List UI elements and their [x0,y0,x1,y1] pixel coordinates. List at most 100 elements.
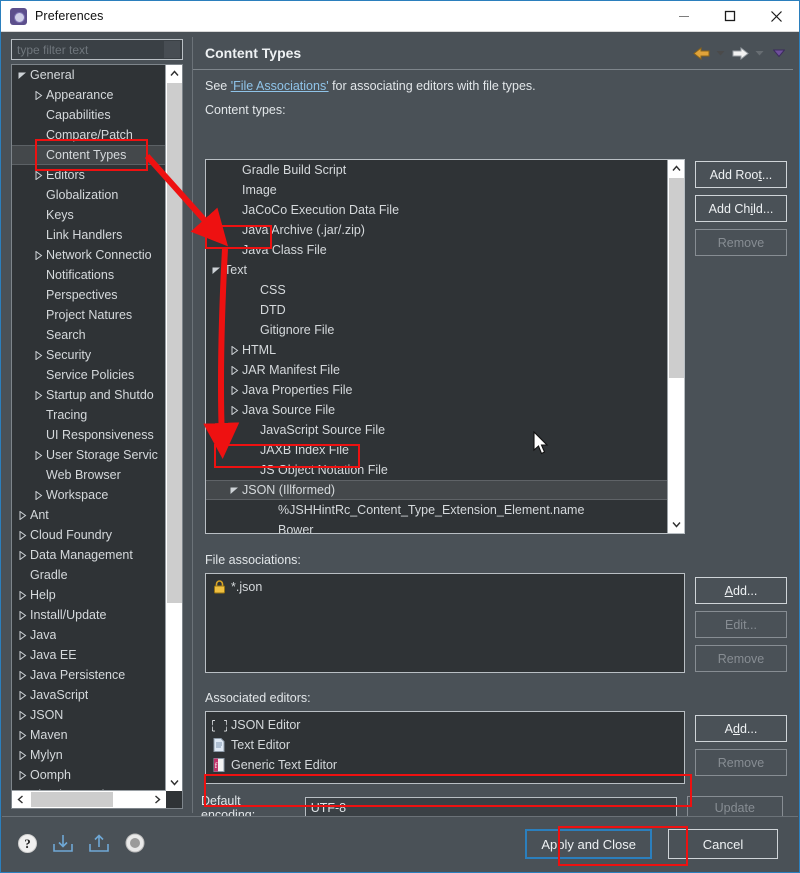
sidebar-item[interactable]: Java EE [12,645,166,665]
associated-editor-row[interactable]: { } JSON Editor [206,715,684,735]
content-type-row[interactable]: Java Properties File [206,380,668,400]
content-type-row[interactable]: Gitignore File [206,320,668,340]
add-button[interactable]: Add... [695,577,787,604]
content-types-listbox[interactable]: Gradle Build Script Image JaCoCo Execution… [205,159,685,534]
content-type-row[interactable]: Text [206,260,668,280]
content-type-row[interactable]: JSON (Illformed) [206,480,668,500]
collapsed-chevron-icon[interactable] [30,170,46,180]
sidebar-item[interactable]: Perspectives [12,285,166,305]
content-type-row[interactable]: Java Source File [206,400,668,420]
import-icon[interactable] [52,833,74,858]
associated-editors-listbox[interactable]: { } JSON Editor Text Editor f Generic Text E… [205,711,685,784]
collapsed-chevron-icon[interactable] [226,405,242,415]
scroll-down-icon[interactable] [668,516,684,533]
collapsed-chevron-icon[interactable] [14,610,30,620]
sidebar-item[interactable]: JavaScript [12,685,166,705]
apply-and-close-button[interactable]: Apply and Close [525,829,652,859]
scroll-up-icon[interactable] [166,65,182,82]
content-types-scroll-thumb[interactable] [669,178,684,378]
sidebar-vertical-scrollbar[interactable] [165,65,182,791]
expanded-chevron-icon[interactable] [208,266,224,275]
filter-input-wrap[interactable]: type filter text [11,39,183,60]
filter-clear-icon[interactable] [164,41,180,58]
settings-gear-icon[interactable] [124,832,146,859]
sidebar-hscroll-thumb[interactable] [31,792,113,807]
sidebar-item[interactable]: Gradle [12,565,166,585]
add-button[interactable]: Add... [695,715,787,742]
sidebar-item[interactable]: Cloud Foundry [12,525,166,545]
sidebar-item[interactable]: Keys [12,205,166,225]
sidebar-item[interactable]: Ant [12,505,166,525]
collapsed-chevron-icon[interactable] [30,350,46,360]
scroll-right-icon[interactable] [149,791,166,808]
content-type-row[interactable]: DTD [206,300,668,320]
collapsed-chevron-icon[interactable] [226,385,242,395]
expanded-chevron-icon[interactable] [14,71,30,80]
minimize-icon[interactable] [661,1,707,32]
collapsed-chevron-icon[interactable] [30,90,46,100]
sidebar-item[interactable]: General [12,65,166,85]
collapsed-chevron-icon[interactable] [14,590,30,600]
collapsed-chevron-icon[interactable] [14,530,30,540]
sidebar-item[interactable]: Capabilities [12,105,166,125]
collapsed-chevron-icon[interactable] [14,550,30,560]
sidebar-item[interactable]: Search [12,325,166,345]
associated-editor-row[interactable]: Text Editor [206,735,684,755]
content-type-row[interactable]: Bower [206,520,668,533]
sidebar-item[interactable]: Content Types [12,145,166,165]
collapsed-chevron-icon[interactable] [14,750,30,760]
help-icon[interactable]: ? [17,833,38,859]
sidebar-item[interactable]: Tracing [12,405,166,425]
add-root-button[interactable]: Add Roo t... [695,161,787,188]
forward-arrow-icon[interactable] [729,42,751,64]
collapsed-chevron-icon[interactable] [30,450,46,460]
sidebar-item[interactable]: Maven [12,725,166,745]
collapsed-chevron-icon[interactable] [14,710,30,720]
collapsed-chevron-icon[interactable] [14,630,30,640]
associated-editor-row[interactable]: f Generic Text Editor [206,755,684,775]
cancel-button[interactable]: Cancel [668,829,778,859]
scroll-left-icon[interactable] [12,791,29,808]
collapsed-chevron-icon[interactable] [14,650,30,660]
content-type-row[interactable]: JAXB Index File [206,440,668,460]
sidebar-item[interactable]: Help [12,585,166,605]
content-type-row[interactable]: JAR Manifest File [206,360,668,380]
content-type-row[interactable]: Image [206,180,668,200]
sidebar-item[interactable]: Notifications [12,265,166,285]
scroll-down-icon[interactable] [166,774,182,791]
collapsed-chevron-icon[interactable] [30,390,46,400]
sidebar-horizontal-scrollbar[interactable] [12,790,166,808]
sidebar-item[interactable]: Appearance [12,85,166,105]
sidebar-item[interactable]: Workspace [12,485,166,505]
scroll-up-icon[interactable] [668,160,684,177]
sidebar-item[interactable]: Link Handlers [12,225,166,245]
sidebar-item[interactable]: JSON [12,705,166,725]
collapsed-chevron-icon[interactable] [14,510,30,520]
sidebar-item[interactable]: Java Persistence [12,665,166,685]
sidebar-item[interactable]: Globalization [12,185,166,205]
file-associations-link[interactable]: 'File Associations' [231,79,329,93]
close-icon[interactable] [753,1,799,32]
collapsed-chevron-icon[interactable] [14,770,30,780]
collapsed-chevron-icon[interactable] [30,490,46,500]
sidebar-item[interactable]: Network Connectio [12,245,166,265]
collapsed-chevron-icon[interactable] [14,730,30,740]
back-menu-chevron-down-icon[interactable] [714,42,727,64]
content-type-row[interactable]: Gradle Build Script [206,160,668,180]
sidebar-item[interactable]: Security [12,345,166,365]
content-type-row[interactable]: JaCoCo Execution Data File [206,200,668,220]
sidebar-item[interactable]: Web Browser [12,465,166,485]
sidebar-item[interactable]: Java [12,625,166,645]
expanded-chevron-icon[interactable] [226,486,242,495]
sidebar-item[interactable]: User Storage Servic [12,445,166,465]
sidebar-item[interactable]: UI Responsiveness [12,425,166,445]
sidebar-item[interactable]: Project Natures [12,305,166,325]
add-child-button[interactable]: Add Ch i ld... [695,195,787,222]
file-associations-listbox[interactable]: *.json [205,573,685,673]
sidebar-scroll-thumb[interactable] [167,83,182,603]
content-type-row[interactable]: JavaScript Source File [206,420,668,440]
content-types-vertical-scrollbar[interactable] [667,160,684,533]
content-type-row[interactable]: JS Object Notation File [206,460,668,480]
collapsed-chevron-icon[interactable] [226,345,242,355]
collapsed-chevron-icon[interactable] [14,670,30,680]
